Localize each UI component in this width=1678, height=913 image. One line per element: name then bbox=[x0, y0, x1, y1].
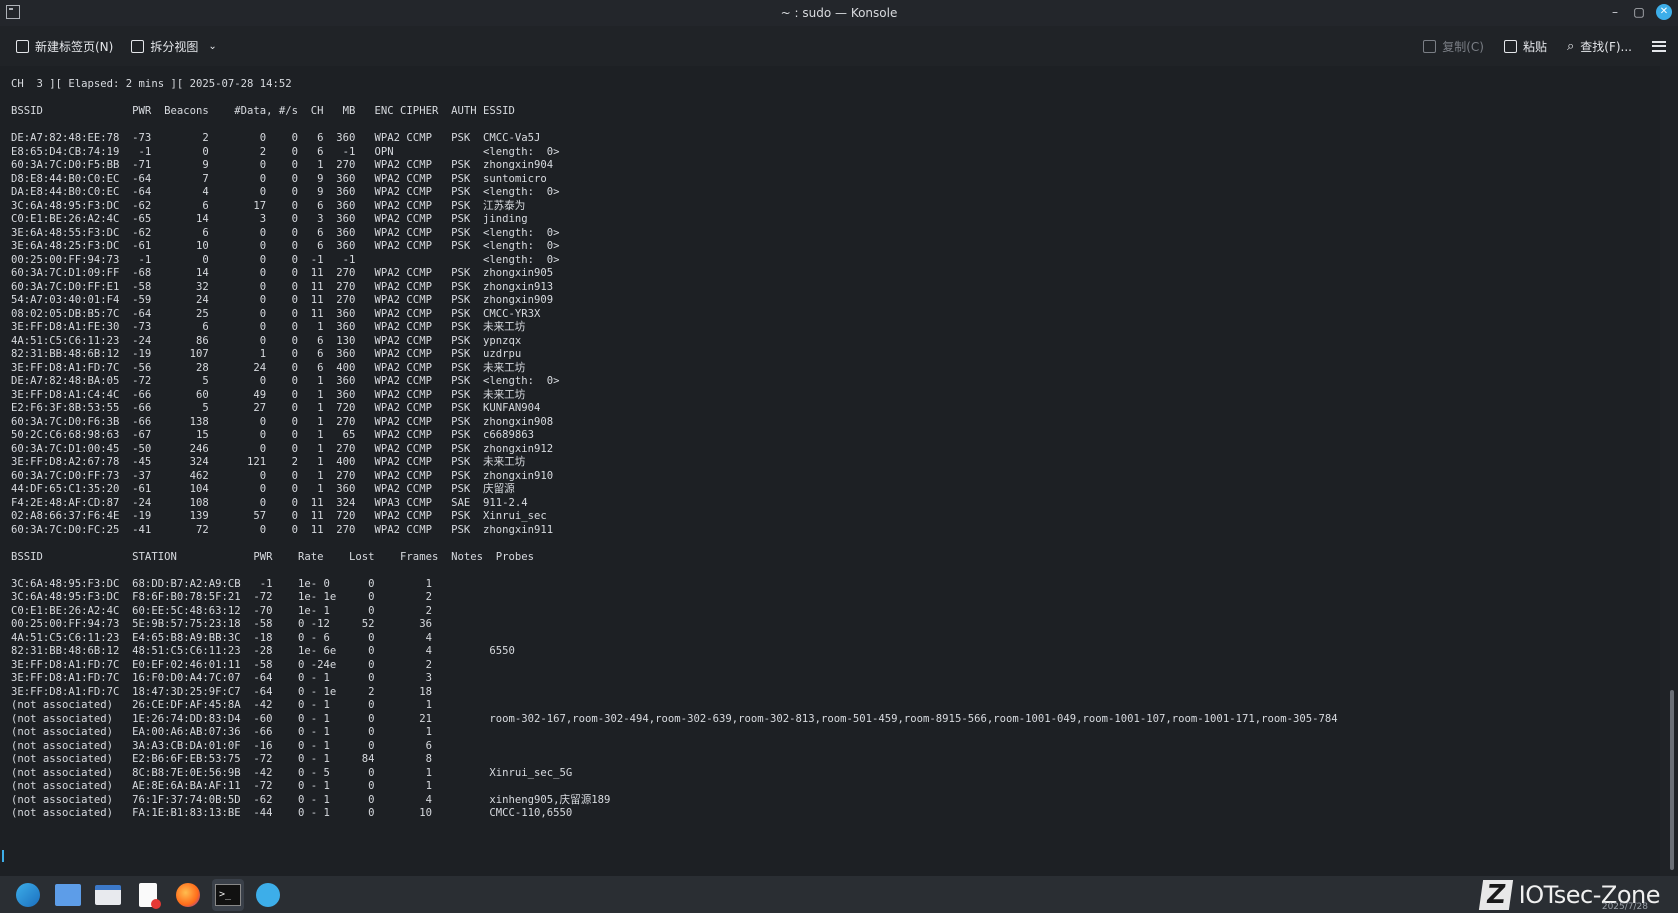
split-view-button[interactable]: 拆分视图 ⌄ bbox=[131, 38, 217, 55]
terminal-line: DA:E8:44:B0:C0:EC -64 4 0 0 9 360 WPA2 C… bbox=[11, 186, 560, 198]
hamburger-menu-icon[interactable] bbox=[1652, 40, 1666, 52]
terminal-output[interactable]: CH 3 ][ Elapsed: 2 mins ][ 2025-07-28 14… bbox=[0, 66, 1660, 878]
paste-label: 粘贴 bbox=[1522, 39, 1547, 54]
brand-logo: Z bbox=[1478, 879, 1513, 910]
browser-icon[interactable] bbox=[12, 879, 44, 911]
terminal-line: 3E:FF:D8:A1:FD:7C -56 28 24 0 6 400 WPA2… bbox=[11, 361, 526, 374]
paste-button[interactable]: 粘贴 bbox=[1503, 38, 1547, 55]
terminal-line: 3E:FF:D8:A1:FD:7C E0:EF:02:46:01:11 -58 … bbox=[11, 658, 432, 671]
terminal-line: (not associated) 76:1F:37:74:0B:5D -62 0… bbox=[11, 793, 611, 806]
terminal-line: 54:A7:03:40:01:F4 -59 24 0 0 11 270 WPA2… bbox=[11, 294, 554, 306]
split-view-label: 拆分视图 bbox=[150, 39, 199, 54]
terminal-icon[interactable]: >_ bbox=[212, 878, 244, 911]
window-title: ~ : sudo — Konsole bbox=[780, 6, 898, 20]
terminal-line: 3C:6A:48:95:F3:DC F8:6F:B0:78:5F:21 -72 … bbox=[11, 591, 432, 603]
terminal-line: 3E:FF:D8:A1:FE:30 -73 6 0 0 1 360 WPA2 C… bbox=[11, 321, 526, 333]
terminal-line: 08:02:05:DB:B5:7C -64 25 0 0 11 360 WPA2… bbox=[11, 307, 541, 320]
terminal-line: (not associated) EA:00:A6:AB:07:36 -66 0… bbox=[11, 726, 432, 738]
terminal-line: 3C:6A:48:95:F3:DC 68:DD:B7:A2:A9:CB -1 1… bbox=[11, 577, 432, 590]
terminal-cursor bbox=[2, 850, 4, 862]
terminal-line: 60:3A:7C:D0:FC:25 -41 72 0 0 11 270 WPA2… bbox=[11, 523, 554, 536]
terminal-line: 60:3A:7C:D0:FF:73 -37 462 0 0 1 270 WPA2… bbox=[11, 469, 554, 482]
find-label: 查找(F)... bbox=[1580, 39, 1632, 54]
terminal-line: 82:31:BB:48:6B:12 -19 107 1 0 6 360 WPA2… bbox=[11, 348, 522, 360]
terminal-line: (not associated) 8C:B8:7E:0E:56:9B -42 0… bbox=[11, 766, 573, 779]
terminal-line: 44:DF:65:C1:35:20 -61 104 0 0 1 360 WPA2… bbox=[11, 483, 515, 495]
terminal-line: 02:A8:66:37:F6:4E -19 139 57 0 11 720 WP… bbox=[11, 510, 547, 522]
terminal-line: E2:F6:3F:8B:53:55 -66 5 27 0 1 720 WPA2 … bbox=[11, 402, 541, 414]
terminal-line: (not associated) 26:CE:DF:AF:45:8A -42 0… bbox=[11, 699, 432, 711]
terminal-line: 00:25:00:FF:94:73 5E:9B:57:75:23:18 -58 … bbox=[11, 618, 432, 630]
terminal-line: DE:A7:82:48:BA:05 -72 5 0 0 1 360 WPA2 C… bbox=[11, 375, 560, 387]
terminal-line: 60:3A:7C:D0:F6:3B -66 138 0 0 1 270 WPA2… bbox=[11, 415, 554, 428]
search-icon: ⌕ bbox=[1567, 38, 1575, 54]
terminal-line: DE:A7:82:48:EE:78 -73 2 0 0 6 360 WPA2 C… bbox=[11, 132, 541, 144]
terminal-line: 3E:FF:D8:A1:FD:7C 18:47:3D:25:9F:C7 -64 … bbox=[11, 685, 432, 698]
maximize-icon[interactable]: ▢ bbox=[1632, 5, 1646, 19]
window-titlebar: ~ : sudo — Konsole – ▢ ✕ bbox=[0, 0, 1678, 26]
terminal-line: 60:3A:7C:D0:FF:E1 -58 32 0 0 11 270 WPA2… bbox=[11, 280, 554, 293]
terminal-line: (not associated) FA:1E:B1:83:13:BE -44 0… bbox=[11, 807, 573, 819]
close-icon[interactable]: ✕ bbox=[1656, 4, 1672, 20]
taskbar: >_ Z IOTsec-Zone 2025/7/28 bbox=[0, 876, 1678, 913]
terminal-line: F4:2E:48:AF:CD:87 -24 108 0 0 11 324 WPA… bbox=[11, 496, 528, 509]
copy-button[interactable]: 复制(C) bbox=[1423, 38, 1484, 55]
terminal-line: 60:3A:7C:D0:F5:BB -71 9 0 0 1 270 WPA2 C… bbox=[11, 159, 554, 171]
terminal-line: (not associated) 3A:A3:CB:DA:01:0F -16 0… bbox=[11, 739, 432, 752]
chevron-down-icon[interactable]: ⌄ bbox=[208, 41, 216, 52]
terminal-line: BSSID PWR Beacons #Data, #/s CH MB ENC C… bbox=[11, 105, 515, 117]
terminal-line: 4A:51:C5:C6:11:23 -24 86 0 0 6 130 WPA2 … bbox=[11, 334, 522, 347]
terminal-line: 60:3A:7C:D1:00:45 -50 246 0 0 1 270 WPA2… bbox=[11, 442, 554, 455]
terminal-scrollbar[interactable] bbox=[1670, 690, 1674, 870]
minimize-icon[interactable]: – bbox=[1608, 5, 1622, 19]
new-tab-icon bbox=[16, 39, 29, 53]
terminal-line: 00:25:00:FF:94:73 -1 0 0 0 -1 -1 <length… bbox=[11, 253, 560, 266]
split-view-icon bbox=[131, 39, 145, 53]
terminal-line: D8:E8:44:B0:C0:EC -64 7 0 0 9 360 WPA2 C… bbox=[11, 172, 547, 185]
terminal-line: 3E:6A:48:55:F3:DC -62 6 0 0 6 360 WPA2 C… bbox=[11, 226, 560, 239]
terminal-line: (not associated) 1E:26:74:DD:83:D4 -60 0… bbox=[11, 712, 1338, 725]
new-tab-label: 新建标签页(N) bbox=[35, 39, 114, 54]
konsole-toolbar: 新建标签页(N) 拆分视图 ⌄ 复制(C) 粘贴 ⌕ 查找(F)... bbox=[0, 26, 1678, 66]
terminal-line: E8:65:D4:CB:74:19 -1 0 2 0 6 -1 OPN <len… bbox=[11, 145, 560, 158]
konsole-app-icon bbox=[6, 5, 20, 19]
terminal-line: (not associated) AE:8E:6A:BA:AF:11 -72 0… bbox=[11, 780, 432, 792]
terminal-line: CH 3 ][ Elapsed: 2 mins ][ 2025-07-28 14… bbox=[11, 78, 292, 90]
terminal-line: 3E:FF:D8:A1:FD:7C 16:F0:D0:A4:7C:07 -64 … bbox=[11, 672, 432, 684]
paste-icon bbox=[1503, 39, 1517, 53]
terminal-line: 3E:FF:D8:A1:C4:4C -66 60 49 0 1 360 WPA2… bbox=[11, 388, 526, 401]
find-button[interactable]: ⌕ 查找(F)... bbox=[1567, 38, 1632, 55]
editor-icon[interactable] bbox=[132, 879, 164, 911]
copy-label: 复制(C) bbox=[1442, 39, 1484, 54]
copy-icon bbox=[1423, 39, 1437, 53]
new-tab-button[interactable]: 新建标签页(N) bbox=[16, 38, 113, 55]
terminal-line: 3C:6A:48:95:F3:DC -62 6 17 0 6 360 WPA2 … bbox=[11, 199, 526, 212]
terminal-line: 60:3A:7C:D1:09:FF -68 14 0 0 11 270 WPA2… bbox=[11, 267, 554, 279]
terminal-line: 3E:FF:D8:A2:67:78 -45 324 121 2 1 400 WP… bbox=[11, 456, 526, 468]
terminal-line: 3E:6A:48:25:F3:DC -61 10 0 0 6 360 WPA2 … bbox=[11, 240, 560, 252]
terminal-line: (not associated) E2:B6:6F:EB:53:75 -72 0… bbox=[11, 753, 432, 765]
network-icon[interactable] bbox=[252, 879, 284, 911]
window-controls: – ▢ ✕ bbox=[1608, 4, 1672, 20]
terminal-line: C0:E1:BE:26:A2:4C -65 14 3 0 3 360 WPA2 … bbox=[11, 213, 528, 225]
desktop-icon[interactable] bbox=[52, 879, 84, 911]
taskbar-date: 2025/7/28 bbox=[1601, 902, 1648, 912]
terminal-line: 4A:51:C5:C6:11:23 E4:65:B8:A9:BB:3C -18 … bbox=[11, 631, 432, 644]
firefox-icon[interactable] bbox=[172, 879, 204, 911]
terminal-line: C0:E1:BE:26:A2:4C 60:EE:5C:48:63:12 -70 … bbox=[11, 604, 432, 617]
terminal-line: 50:2C:C6:68:98:63 -67 15 0 0 1 65 WPA2 C… bbox=[11, 429, 534, 441]
terminal-line: 82:31:BB:48:6B:12 48:51:C5:C6:11:23 -28 … bbox=[11, 645, 515, 657]
files-icon[interactable] bbox=[92, 879, 124, 911]
terminal-line: BSSID STATION PWR Rate Lost Frames Notes… bbox=[11, 550, 534, 563]
